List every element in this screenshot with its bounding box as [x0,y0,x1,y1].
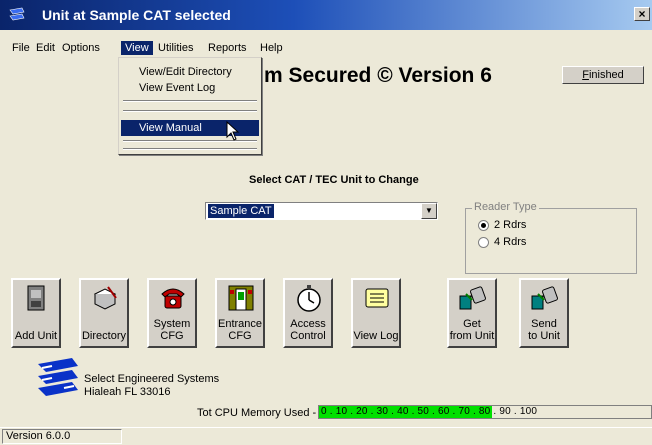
cpu-memory-scale: 0 . 10 . 20 . 30 . 40 . 50 . 60 . 70 . 8… [321,406,538,417]
window-title: Unit at Sample CAT selected [42,7,231,23]
view-menu-dropdown: View/Edit Directory View Event Log View … [118,57,262,155]
access-control-button[interactable]: Access Control [283,278,333,348]
ses-logo-icon [38,358,78,396]
unit-select-combo[interactable]: Sample CAT ▼ [205,202,438,220]
finished-button[interactable]: Finished [562,66,644,84]
menu-help[interactable]: Help [256,41,287,55]
unit-select-value: Sample CAT [208,204,274,218]
title-bar: Unit at Sample CAT selected × [0,0,652,30]
radio-4-rdrs[interactable]: 4 Rdrs [478,236,526,248]
system-cfg-button[interactable]: System CFG [147,278,197,348]
menu-bar: File Edit Options View Utilities Reports… [0,38,652,58]
telephone-icon [161,288,185,309]
send-to-unit-button[interactable]: Send to Unit [519,278,569,348]
mouse-cursor-icon [226,121,240,141]
entrance-cfg-button[interactable]: Entrance CFG [215,278,265,348]
menu-view[interactable]: View [121,41,153,55]
send-disk-icon [531,286,558,310]
stopwatch-icon [297,285,321,312]
menu-item-view-event-log[interactable]: View Event Log [121,80,259,96]
get-from-unit-button[interactable]: Get from Unit [447,278,497,348]
radio-2-rdrs[interactable]: 2 Rdrs [478,219,526,231]
menu-utilities[interactable]: Utilities [154,41,197,55]
cat-unit-icon [27,285,45,311]
app-logo-icon [9,7,25,21]
company-address: Hialeah FL 33016 [84,386,171,398]
menu-reports[interactable]: Reports [204,41,251,55]
get-disk-icon [459,286,486,310]
add-unit-button[interactable]: Add Unit [11,278,61,348]
menu-separator [123,100,257,102]
company-info: Select Engineered Systems Hialeah FL 330… [84,373,219,399]
cpu-memory-meter: 0 . 10 . 20 . 30 . 40 . 50 . 60 . 70 . 8… [318,405,652,419]
menu-separator [123,110,257,112]
menu-item-view-edit-directory[interactable]: View/Edit Directory [121,64,259,80]
reader-type-legend: Reader Type [472,201,539,213]
menu-file[interactable]: File [8,41,34,55]
menu-options[interactable]: Options [58,41,104,55]
menu-separator [123,148,257,150]
app-heading: m Secured © Version 6 [264,64,492,87]
unit-select-label: Select CAT / TEC Unit to Change [249,174,419,186]
view-log-button[interactable]: View Log [351,278,401,348]
radio-checked-icon[interactable] [478,219,489,231]
chevron-down-icon[interactable]: ▼ [421,203,437,219]
company-name: Select Engineered Systems [84,373,220,385]
door-icon [228,285,254,311]
menu-edit[interactable]: Edit [32,41,59,55]
status-bar: Version 6.0.0 [0,427,652,445]
directory-button[interactable]: Directory [79,278,129,348]
directory-book-icon [93,286,117,310]
version-status: Version 6.0.0 [2,429,122,444]
reader-type-group: 2 Rdrs 4 Rdrs [465,208,637,274]
close-button[interactable]: × [634,7,650,21]
log-scroll-icon [365,288,389,308]
radio-unchecked-icon[interactable] [478,236,489,248]
